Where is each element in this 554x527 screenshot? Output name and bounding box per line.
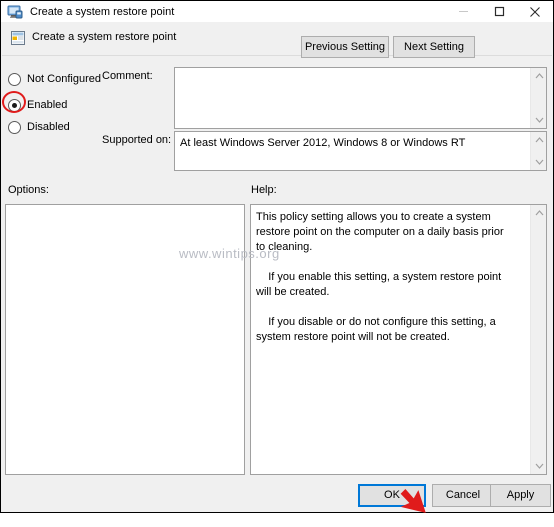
options-panel[interactable] [5, 204, 245, 475]
radio-label-enabled: Enabled [27, 99, 68, 111]
cancel-button[interactable]: Cancel [432, 484, 494, 507]
ok-button[interactable]: OK [358, 484, 426, 507]
policy-setting-icon [10, 30, 26, 46]
help-scrollbar[interactable] [530, 205, 546, 474]
minimize-icon [458, 6, 469, 17]
radio-mark-enabled [8, 98, 21, 112]
help-text: This policy setting allows you to create… [256, 211, 504, 343]
comment-input[interactable] [174, 67, 547, 129]
help-label: Help: [251, 184, 277, 196]
supported-on-field: At least Windows Server 2012, Windows 8 … [174, 131, 547, 171]
radio-mark-disabled [8, 120, 21, 134]
group-policy-setting-dialog: Create a system restore point Create a s… [0, 0, 554, 513]
scroll-down-icon[interactable] [531, 458, 546, 474]
radio-disabled[interactable]: Disabled [8, 119, 70, 135]
options-label: Options: [8, 184, 49, 196]
comment-scrollbar[interactable] [530, 68, 546, 128]
window-title: Create a system restore point [30, 5, 175, 18]
radio-label-disabled: Disabled [27, 121, 70, 133]
close-icon [529, 6, 541, 18]
apply-button[interactable]: Apply [490, 484, 551, 507]
scroll-up-icon[interactable] [531, 205, 546, 221]
setting-title: Create a system restore point [32, 31, 177, 43]
title-bar: Create a system restore point [1, 1, 553, 22]
comment-label: Comment: [102, 70, 153, 82]
window-controls [445, 1, 553, 22]
maximize-icon [494, 6, 505, 17]
radio-not-configured[interactable]: Not Configured [8, 71, 101, 87]
supported-on-value: At least Windows Server 2012, Windows 8 … [180, 137, 466, 149]
scroll-down-icon[interactable] [531, 112, 546, 128]
scroll-up-icon[interactable] [531, 68, 546, 84]
previous-setting-button[interactable]: Previous Setting [301, 36, 389, 58]
next-setting-button[interactable]: Next Setting [393, 36, 475, 58]
supported-on-label: Supported on: [102, 134, 172, 146]
radio-label-not-configured: Not Configured [27, 73, 101, 85]
supported-on-scrollbar[interactable] [530, 132, 546, 170]
help-panel[interactable]: This policy setting allows you to create… [250, 204, 547, 475]
minimize-button[interactable] [445, 1, 481, 22]
radio-mark-not-configured [8, 72, 21, 86]
close-button[interactable] [517, 1, 553, 22]
policy-setting-icon [7, 4, 23, 20]
radio-enabled[interactable]: Enabled [8, 97, 67, 113]
scroll-up-icon[interactable] [531, 132, 546, 148]
scroll-down-icon[interactable] [531, 154, 546, 170]
maximize-button[interactable] [481, 1, 517, 22]
